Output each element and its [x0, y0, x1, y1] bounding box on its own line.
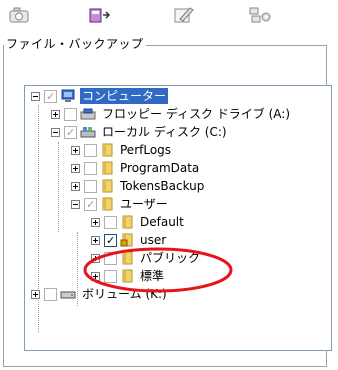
removable-drive-icon	[60, 287, 76, 301]
tree-node-public[interactable]: パブリック	[91, 249, 202, 267]
floppy-drive-icon	[80, 107, 96, 121]
expand-toggle[interactable]	[91, 235, 100, 245]
tree-checkbox[interactable]	[84, 161, 97, 175]
tree-node-label: Default	[140, 215, 184, 229]
tree-node-label: user	[140, 233, 167, 247]
tree-node-programdata[interactable]: ProgramData	[71, 159, 201, 177]
computer-icon	[60, 89, 76, 103]
tree-checkbox[interactable]	[104, 269, 117, 283]
backup-export-icon	[88, 5, 112, 25]
tree-checkbox[interactable]	[84, 179, 97, 193]
tree-node-default[interactable]: Default	[91, 213, 186, 231]
tree-checkbox[interactable]: ✓	[64, 125, 77, 139]
expand-toggle[interactable]	[91, 271, 100, 281]
tree-node-label: 標準	[140, 269, 165, 283]
toolbar	[0, 0, 338, 34]
folder-icon	[100, 197, 114, 211]
tree-node-users[interactable]: ✓ ユーザー	[71, 195, 170, 213]
collapse-toggle[interactable]	[51, 127, 60, 137]
expand-toggle[interactable]	[31, 289, 40, 299]
tree-node-label: コンピューター	[80, 88, 169, 104]
expand-toggle[interactable]	[71, 163, 80, 173]
folder-icon	[120, 251, 134, 265]
tree-node-standard[interactable]: 標準	[91, 267, 166, 285]
edit-document-icon	[172, 5, 196, 25]
tree-node-label: ProgramData	[120, 161, 200, 175]
locked-folder-icon	[120, 233, 134, 247]
folder-icon	[100, 143, 114, 157]
folder-icon	[100, 161, 114, 175]
tree-node-volume-k[interactable]: ボリューム (K:)	[31, 285, 169, 303]
file-backup-group-title: ファイル・バックアップ	[4, 37, 146, 51]
tree-node-local-disk[interactable]: ✓ ローカル ディスク (C:)	[51, 123, 229, 141]
tree-checkbox[interactable]: ✓	[104, 233, 117, 247]
tree-node-label: パブリック	[140, 251, 201, 265]
folder-icon	[120, 269, 134, 283]
tree-node-perflogs[interactable]: PerfLogs	[71, 141, 173, 159]
tree-node-computer[interactable]: ✓ コンピューター	[31, 87, 169, 105]
camera-icon	[8, 5, 32, 25]
tree-checkbox[interactable]	[84, 143, 97, 157]
tree-node-label: PerfLogs	[120, 143, 172, 157]
tree-checkbox[interactable]: ✓	[44, 89, 57, 103]
tree-node-tokensbackup[interactable]: TokensBackup	[71, 177, 206, 195]
tree-checkbox[interactable]	[44, 287, 57, 301]
local-disk-icon	[80, 125, 96, 139]
tree-node-label: TokensBackup	[120, 179, 205, 193]
backup-export-button[interactable]	[86, 2, 114, 28]
expand-toggle[interactable]	[71, 181, 80, 191]
folder-icon	[100, 179, 114, 193]
edit-document-button[interactable]	[170, 2, 198, 28]
folder-tree[interactable]: ✓ コンピューター フロッピー ディスク ドライブ (A:) ✓ ローカル ディ…	[24, 85, 332, 351]
expand-toggle[interactable]	[51, 109, 60, 119]
network-settings-icon	[248, 5, 272, 25]
tree-node-floppy-drive[interactable]: フロッピー ディスク ドライブ (A:)	[51, 105, 292, 123]
tree-node-label: ユーザー	[120, 197, 168, 211]
tree-connector	[58, 142, 60, 232]
expand-toggle[interactable]	[91, 217, 100, 227]
tree-node-user[interactable]: ✓ user	[91, 231, 168, 249]
tree-checkbox[interactable]	[104, 215, 117, 229]
collapse-toggle[interactable]	[31, 91, 40, 101]
tree-checkbox[interactable]	[104, 251, 117, 265]
camera-button[interactable]	[6, 2, 34, 28]
expand-toggle[interactable]	[91, 253, 100, 263]
tree-node-label: ボリューム (K:)	[82, 287, 167, 301]
tree-node-label: ローカル ディスク (C:)	[102, 125, 227, 139]
expand-toggle[interactable]	[71, 145, 80, 155]
tree-node-label: フロッピー ディスク ドライブ (A:)	[102, 107, 291, 121]
network-settings-button[interactable]	[246, 2, 274, 28]
tree-checkbox[interactable]: ✓	[84, 197, 97, 211]
collapse-toggle[interactable]	[71, 199, 80, 209]
tree-checkbox[interactable]	[64, 107, 77, 121]
folder-icon	[120, 215, 134, 229]
